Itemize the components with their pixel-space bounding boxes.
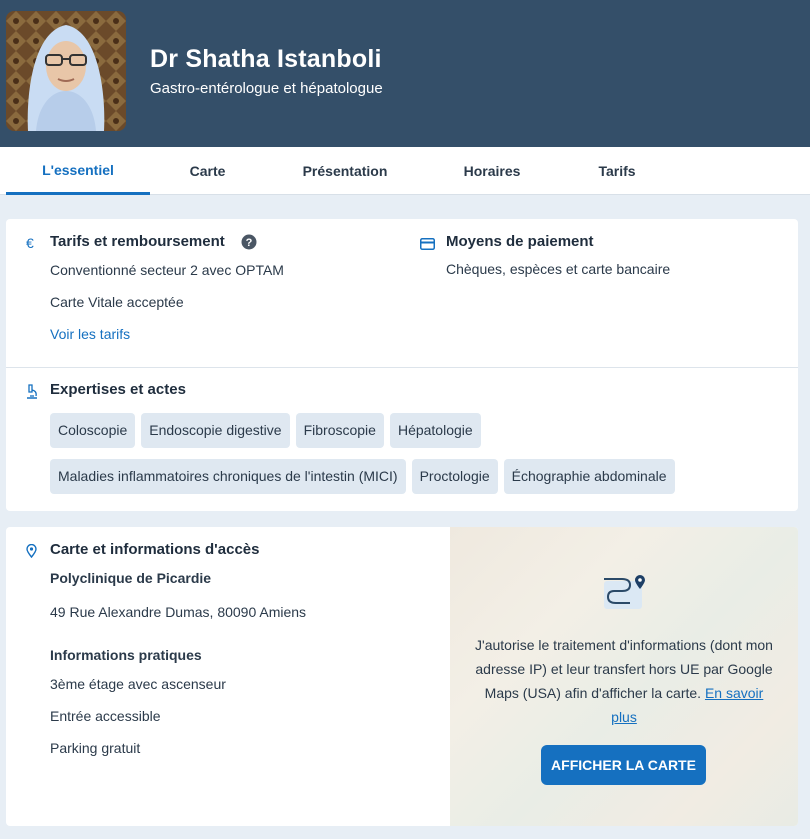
access-card: Carte et informations d'accès Polycliniq…: [6, 527, 798, 826]
practical-info-item: Parking gratuit: [50, 740, 141, 756]
doctor-specialty: Gastro-entérologue et hépatologue: [150, 80, 383, 97]
tab-carte[interactable]: Carte: [160, 147, 255, 195]
practical-info-title: Informations pratiques: [50, 647, 202, 663]
euro-icon: €: [26, 235, 34, 251]
expertise-chip[interactable]: Endoscopie digestive: [141, 413, 290, 448]
place-address: 49 Rue Alexandre Dumas, 80090 Amiens: [50, 604, 307, 620]
profile-header: Dr Shatha Istanboli Gastro-entérologue e…: [0, 0, 810, 147]
svg-text:?: ?: [246, 237, 253, 249]
expertise-chip[interactable]: Maladies inflammatoires chroniques de l'…: [50, 459, 406, 494]
see-fees-link[interactable]: Voir les tarifs: [50, 326, 130, 342]
doctor-avatar: [6, 11, 126, 131]
expertise-chips: Coloscopie Endoscopie digestive Fibroscopi…: [50, 413, 750, 505]
expertise-chip[interactable]: Proctologie: [411, 459, 498, 494]
expertise-title: Expertises et actes: [50, 381, 186, 398]
fees-convention: Conventionné secteur 2 avec OPTAM: [50, 262, 284, 278]
expertise-chip[interactable]: Fibroscopie: [295, 413, 384, 448]
practical-info-item: 3ème étage avec ascenseur: [50, 676, 226, 692]
section-divider: [6, 367, 798, 368]
place-name: Polyclinique de Picardie: [50, 570, 212, 586]
access-title: Carte et informations d'accès: [50, 541, 260, 558]
expertise-chip[interactable]: Coloscopie: [50, 413, 136, 448]
fees-vitale: Carte Vitale acceptée: [50, 294, 184, 310]
essentials-card: € Tarifs et remboursement ? Conventionné…: [6, 219, 798, 511]
expertise-chip[interactable]: Échographie abdominale: [503, 459, 675, 494]
payment-methods: Chèques, espèces et carte bancaire: [446, 261, 671, 277]
tab-presentation[interactable]: Présentation: [290, 147, 400, 195]
tab-essentiel[interactable]: L'essentiel: [6, 147, 150, 195]
map-consent-text: J'autorise le traitement d'informations …: [474, 633, 774, 729]
credit-card-icon: [420, 237, 435, 255]
location-pin-icon: [26, 543, 37, 563]
map-route-icon: [600, 573, 648, 616]
microscope-icon: [25, 384, 39, 405]
show-map-button[interactable]: AFFICHER LA CARTE: [541, 745, 706, 785]
payment-title: Moyens de paiement: [446, 233, 594, 250]
practical-info-item: Entrée accessible: [50, 708, 161, 724]
doctor-name: Dr Shatha Istanboli: [150, 45, 382, 73]
expertise-chip[interactable]: Hépatologie: [389, 413, 481, 448]
map-consent-panel: J'autorise le traitement d'informations …: [450, 527, 798, 826]
question-circle-icon[interactable]: ?: [241, 234, 257, 255]
fees-title: Tarifs et remboursement: [50, 233, 225, 250]
tab-tarifs[interactable]: Tarifs: [578, 147, 656, 195]
tab-horaires[interactable]: Horaires: [450, 147, 534, 195]
profile-tabs: L'essentiel Carte Présentation Horaires …: [0, 147, 810, 195]
